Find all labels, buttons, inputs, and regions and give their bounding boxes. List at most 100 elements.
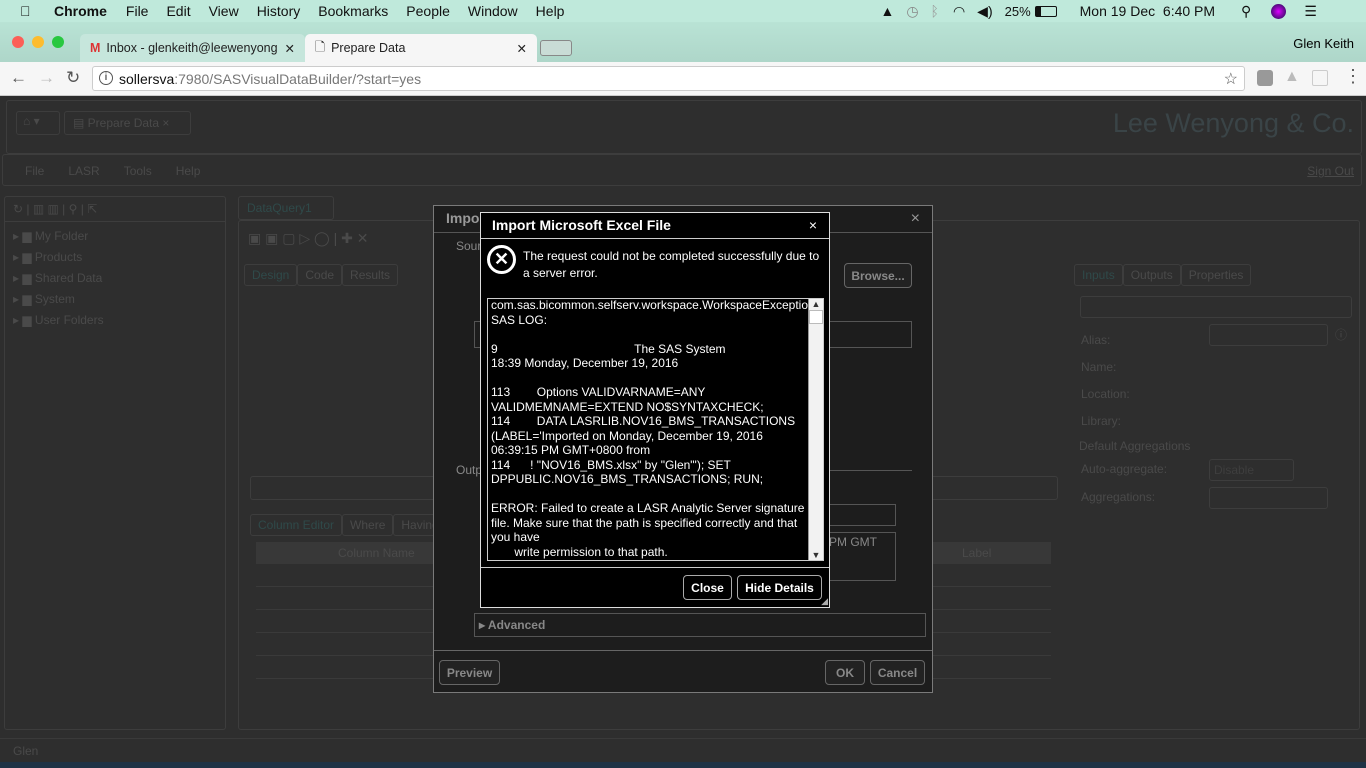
folder-panel: ↻ | ▥ ▥ | ⚲ | ⇱ ▸ ▆ My Folder ▸ ▆ Produc… bbox=[4, 196, 226, 730]
menu-edit[interactable]: Edit bbox=[166, 3, 190, 19]
close-icon[interactable]: × bbox=[911, 210, 920, 228]
app-tab-prepare-data[interactable]: ▤ Prepare Data × bbox=[64, 111, 191, 135]
browse-button[interactable]: Browse... bbox=[844, 263, 912, 288]
wifi-icon[interactable]: ◠ bbox=[953, 3, 965, 20]
bluetooth-icon[interactable]: ᛒ bbox=[931, 3, 939, 19]
input-table-select[interactable] bbox=[1080, 296, 1352, 318]
resize-handle-icon[interactable]: ◢ bbox=[821, 596, 828, 607]
menu-window[interactable]: Window bbox=[468, 3, 518, 19]
tab-results[interactable]: Results bbox=[342, 264, 399, 286]
aggregations-input[interactable] bbox=[1209, 487, 1328, 509]
tab-column-editor[interactable]: Column Editor bbox=[250, 514, 343, 536]
apple-icon[interactable]:  bbox=[20, 3, 34, 19]
tree-item-products[interactable]: ▸ ▆ Products bbox=[13, 247, 217, 268]
tree-item-shared-data[interactable]: ▸ ▆ Shared Data bbox=[13, 268, 217, 289]
menu-history[interactable]: History bbox=[257, 3, 301, 19]
forward-button[interactable]: → bbox=[38, 68, 55, 88]
tab-outputs[interactable]: Outputs bbox=[1122, 264, 1181, 286]
close-tab-icon[interactable]: ✕ bbox=[285, 41, 295, 56]
error-icon: ✕ bbox=[487, 245, 516, 274]
drive-extension-icon[interactable]: ▲ bbox=[1284, 68, 1300, 86]
log-scrollbar[interactable]: ▲ ▼ bbox=[808, 299, 823, 560]
tab-title: Inbox - glenkeith@leewenyong bbox=[106, 41, 278, 55]
tab-code[interactable]: Code bbox=[297, 264, 343, 286]
minimize-window-button[interactable] bbox=[32, 36, 44, 48]
battery-percent: 25% bbox=[1004, 3, 1031, 19]
tree-item-user-folders[interactable]: ▸ ▆ User Folders bbox=[13, 310, 217, 331]
datetime[interactable]: Mon 19 Dec 6:40 PM bbox=[1080, 3, 1215, 19]
url-host: sollersva bbox=[119, 70, 175, 87]
brand-logo: Lee Wenyong & Co. bbox=[1112, 108, 1354, 138]
help-icon[interactable]: ⓘ bbox=[1335, 326, 1347, 343]
auto-aggregate-select[interactable]: Disable bbox=[1209, 459, 1294, 481]
menu-people[interactable]: People bbox=[406, 3, 450, 19]
drive-icon[interactable]: ▲ bbox=[880, 3, 894, 19]
tab-title: Prepare Data bbox=[331, 41, 406, 55]
tab-prepare-data[interactable]: 🗋 Prepare Data ✕ bbox=[305, 34, 537, 62]
design-tabs: Design Code Results bbox=[244, 264, 399, 286]
ok-button[interactable]: OK bbox=[825, 660, 865, 685]
siri-icon[interactable] bbox=[1271, 3, 1287, 19]
maximize-window-button[interactable] bbox=[52, 36, 64, 48]
home-button[interactable]: ⌂ ▾ bbox=[16, 111, 60, 135]
scroll-thumb[interactable] bbox=[809, 310, 823, 324]
bookmark-star-icon[interactable]: ☆ bbox=[1224, 69, 1238, 89]
menu-bookmarks[interactable]: Bookmarks bbox=[318, 3, 388, 19]
tab-properties[interactable]: Properties bbox=[1180, 264, 1252, 286]
tab-design[interactable]: Design bbox=[244, 264, 298, 286]
new-tab-button[interactable] bbox=[540, 40, 572, 56]
address-bar[interactable]: i sollersva:7980/SASVisualDataBuilder/?s… bbox=[92, 66, 1245, 91]
tab-dataquery1[interactable]: DataQuery1 bbox=[238, 196, 334, 220]
alias-input[interactable] bbox=[1209, 324, 1328, 346]
app-menu-tools[interactable]: Tools bbox=[124, 164, 152, 178]
menu-help[interactable]: Help bbox=[536, 3, 565, 19]
default-aggregations-heading: Default Aggregations bbox=[1079, 439, 1191, 453]
chrome-menu-icon[interactable]: ⋮ bbox=[1344, 66, 1362, 87]
time-machine-icon[interactable]: ◷ bbox=[906, 3, 918, 20]
tree-item-my-folder[interactable]: ▸ ▆ My Folder bbox=[13, 226, 217, 247]
tab-gmail[interactable]: M Inbox - glenkeith@leewenyong ✕ bbox=[80, 34, 305, 62]
preview-button[interactable]: Preview bbox=[439, 660, 500, 685]
menu-file[interactable]: File bbox=[126, 3, 149, 19]
app-menu-help[interactable]: Help bbox=[176, 164, 201, 178]
reload-button[interactable]: ↻ bbox=[66, 68, 80, 88]
error-dialog: Import Microsoft Excel File × ✕ The requ… bbox=[480, 212, 830, 608]
auto-aggregate-label: Auto-aggregate: bbox=[1081, 462, 1168, 476]
scroll-up-icon[interactable]: ▲ bbox=[809, 299, 823, 309]
advanced-section[interactable]: ▸ Advanced bbox=[474, 613, 926, 637]
tree-label: My Folder bbox=[34, 229, 89, 243]
spotlight-icon[interactable]: ⚲ bbox=[1241, 3, 1251, 20]
back-button[interactable]: ← bbox=[10, 68, 27, 88]
battery-icon[interactable] bbox=[1034, 5, 1057, 17]
menu-app-name[interactable]: Chrome bbox=[54, 3, 107, 19]
status-user: Glen bbox=[13, 744, 39, 758]
hide-details-button[interactable]: Hide Details bbox=[737, 575, 822, 600]
folder-tree: ▸ ▆ My Folder ▸ ▆ Products ▸ ▆ Shared Da… bbox=[5, 222, 225, 335]
info-icon[interactable]: i bbox=[99, 71, 113, 85]
tab-inputs[interactable]: Inputs bbox=[1074, 264, 1123, 286]
column-header-name: Column Name bbox=[338, 546, 415, 560]
close-button[interactable]: Close bbox=[683, 575, 732, 600]
query-toolbar: ▣ ▣ ▢ ▷ ◯ | ✚ ✕ bbox=[248, 230, 369, 246]
app-menu-bar bbox=[2, 154, 1362, 186]
app-menu-file[interactable]: File bbox=[25, 164, 44, 178]
sign-out-link[interactable]: Sign Out bbox=[1307, 164, 1354, 178]
menu-view[interactable]: View bbox=[209, 3, 239, 19]
extension-icon[interactable] bbox=[1312, 70, 1328, 86]
folder-toolbar: ↻ | ▥ ▥ | ⚲ | ⇱ bbox=[5, 197, 225, 222]
tab-where[interactable]: Where bbox=[342, 514, 394, 536]
close-icon[interactable]: × bbox=[809, 217, 817, 233]
notification-center-icon[interactable]: ☰ bbox=[1304, 3, 1317, 20]
tree-item-system[interactable]: ▸ ▆ System bbox=[13, 289, 217, 310]
app-menu-lasr[interactable]: LASR bbox=[68, 164, 99, 178]
extension-icon[interactable] bbox=[1257, 70, 1273, 86]
error-message: The request could not be completed succe… bbox=[523, 249, 820, 280]
profile-name[interactable]: Glen Keith bbox=[1293, 36, 1354, 51]
cancel-button[interactable]: Cancel bbox=[870, 660, 925, 685]
close-window-button[interactable] bbox=[12, 36, 24, 48]
error-details-log[interactable]: com.sas.bicommon.selfserv.workspace.Work… bbox=[487, 298, 824, 561]
scroll-down-icon[interactable]: ▼ bbox=[809, 550, 823, 560]
close-tab-icon[interactable]: ✕ bbox=[517, 41, 527, 56]
volume-icon[interactable]: ◀) bbox=[977, 3, 992, 20]
dock-edge bbox=[0, 762, 1366, 768]
